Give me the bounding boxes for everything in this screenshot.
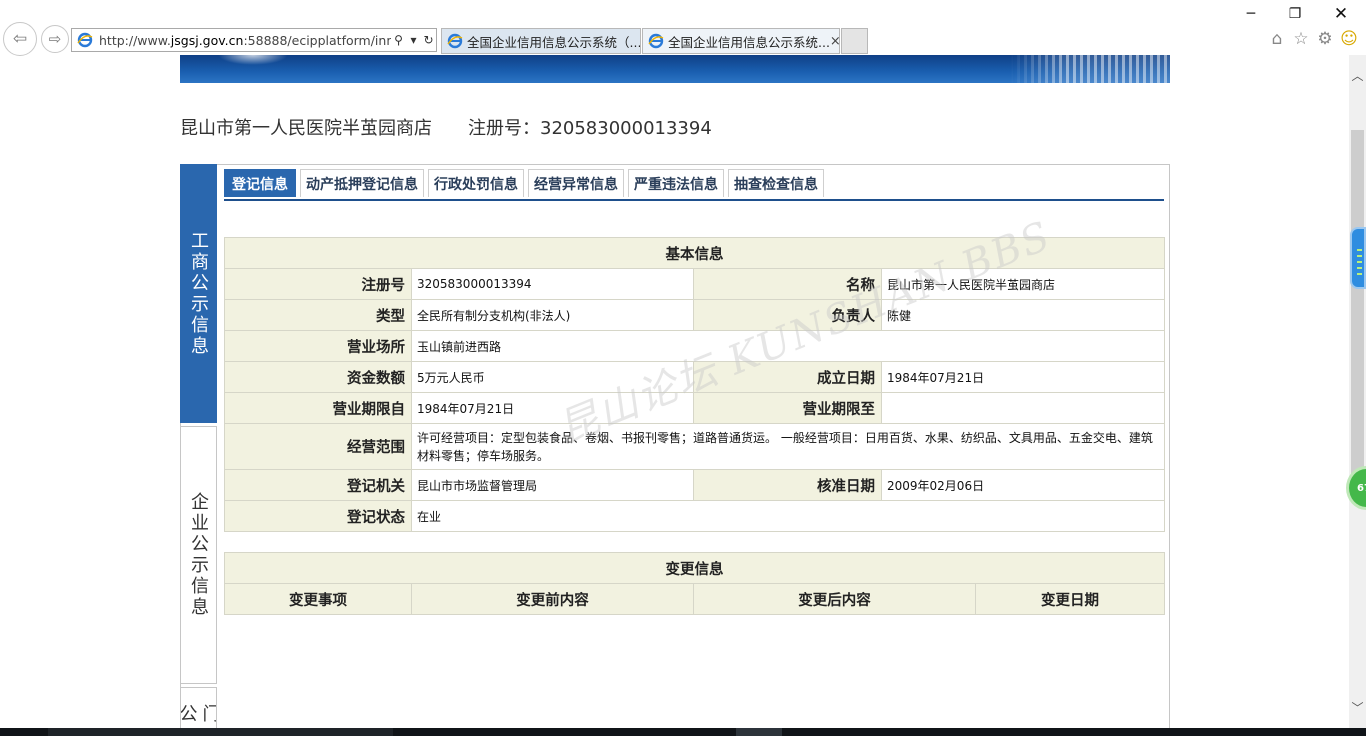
- home-icon[interactable]: ⌂: [1266, 28, 1288, 50]
- tab-dengji[interactable]: 登记信息: [224, 169, 296, 197]
- field-label: 营业期限至: [693, 392, 882, 424]
- close-tab-icon[interactable]: ×: [830, 34, 839, 49]
- field-value: 玉山镇前进西路: [411, 330, 1165, 362]
- field-label: 名称: [693, 268, 882, 300]
- field-value: 陈健: [881, 299, 1165, 331]
- city-skyline-image: [1010, 55, 1170, 83]
- tab-xingzheng[interactable]: 行政处罚信息: [428, 169, 524, 197]
- field-value: 许可经营项目：定型包装食品、卷烟、书报刊零售；道路普通货运。 一般经营项目：日用…: [411, 423, 1165, 470]
- tab-title: 全国企业信用信息公示系统（...: [467, 34, 641, 50]
- info-tabs: 登记信息 动产抵押登记信息 行政处罚信息 经营异常信息 严重违法信息 抽查检查信…: [224, 169, 824, 200]
- address-bar[interactable]: http://www.jsgsj.gov.cn:58888/ecipplatfo…: [71, 28, 437, 52]
- scroll-up-icon[interactable]: ︿: [1349, 67, 1366, 84]
- side-tab-gongshang[interactable]: 工商公示信息: [180, 164, 217, 423]
- field-label: 营业场所: [224, 330, 412, 362]
- refresh-icon[interactable]: ↻: [421, 33, 436, 47]
- dropdown-icon[interactable]: ▾: [406, 33, 421, 47]
- field-label: 经营范围: [224, 423, 412, 470]
- field-value: 1984年07月21日: [881, 361, 1165, 393]
- smiley-icon[interactable]: ☺: [1338, 28, 1360, 50]
- scroll-thumb[interactable]: [1351, 130, 1364, 480]
- table-row: 资金数额 5万元人民币 成立日期 1984年07月21日: [224, 361, 1165, 393]
- browser-tab-1[interactable]: 全国企业信用信息公示系统（...: [441, 28, 641, 54]
- side-tab-label: 工商公示信息: [188, 230, 209, 357]
- reg-label: 注册号：: [468, 118, 540, 139]
- field-label: 登记状态: [224, 500, 412, 532]
- field-label: 核准日期: [693, 469, 882, 501]
- field-value: [881, 392, 1165, 424]
- ie-icon: [77, 32, 93, 48]
- field-value: 1984年07月21日: [411, 392, 694, 424]
- tab-jingying-yichang[interactable]: 经营异常信息: [528, 169, 624, 197]
- table-header-row: 变更事项 变更前内容 变更后内容 变更日期: [224, 583, 1165, 615]
- table-row: 营业场所 玉山镇前进西路: [224, 330, 1165, 362]
- tabs-underline: [224, 199, 1164, 201]
- ie-icon: [648, 33, 664, 49]
- scroll-down-icon[interactable]: ﹀: [1349, 699, 1366, 716]
- taskbar: [0, 728, 1366, 736]
- field-label: 登记机关: [224, 469, 412, 501]
- table-row: 注册号 320583000013394 名称 昆山市第一人民医院半茧园商店: [224, 268, 1165, 300]
- tab-yanzhong-weifa[interactable]: 严重违法信息: [628, 169, 724, 197]
- field-label: 类型: [224, 299, 412, 331]
- side-tab-qiye[interactable]: 企业公示信息: [180, 426, 217, 684]
- minimize-icon[interactable]: ─: [1240, 4, 1262, 24]
- field-label: 负责人: [693, 299, 882, 331]
- table-row: 登记状态 在业: [224, 500, 1165, 532]
- company-heading: 昆山市第一人民医院半茧园商店 注册号：320583000013394: [180, 114, 712, 140]
- table-row: 经营范围 许可经营项目：定型包装食品、卷烟、书报刊零售；道路普通货运。 一般经营…: [224, 423, 1165, 470]
- back-icon[interactable]: ⇦: [3, 22, 37, 56]
- search-icon[interactable]: ⚲: [391, 33, 406, 47]
- forward-icon[interactable]: ⇨: [41, 25, 69, 53]
- tab-title: 全国企业信用信息公示系统...: [668, 34, 830, 50]
- column-header: 变更后内容: [693, 583, 976, 615]
- table-row: 营业期限自 1984年07月21日 营业期限至: [224, 392, 1165, 424]
- close-icon[interactable]: ✕: [1330, 4, 1352, 24]
- field-label: 成立日期: [693, 361, 882, 393]
- page-banner: [180, 55, 1170, 83]
- field-value: 2009年02月06日: [881, 469, 1165, 501]
- field-value: 5万元人民币: [411, 361, 694, 393]
- table-title: 基本信息: [224, 237, 1165, 269]
- url-text[interactable]: http://www.jsgsj.gov.cn:58888/ecipplatfo…: [99, 33, 391, 48]
- company-name: 昆山市第一人民医院半茧园商店: [180, 118, 432, 139]
- field-value: 全民所有制分支机构(非法人): [411, 299, 694, 331]
- tab-chouzha[interactable]: 抽查检查信息: [728, 169, 824, 197]
- field-label: 注册号: [224, 268, 412, 300]
- field-label: 营业期限自: [224, 392, 412, 424]
- field-value: 昆山市市场监督管理局: [411, 469, 694, 501]
- change-info-table: 变更信息 变更事项 变更前内容 变更后内容 变更日期: [224, 552, 1165, 615]
- vertical-scrollbar[interactable]: ︿ ﹀: [1349, 55, 1366, 728]
- field-label: 资金数额: [224, 361, 412, 393]
- column-header: 变更日期: [975, 583, 1165, 615]
- column-header: 变更事项: [224, 583, 412, 615]
- star-icon[interactable]: ☆: [1290, 28, 1312, 50]
- field-value: 昆山市第一人民医院半茧园商店: [881, 268, 1165, 300]
- table-row: 类型 全民所有制分支机构(非法人) 负责人 陈健: [224, 299, 1165, 331]
- field-value: 320583000013394: [411, 268, 694, 300]
- speed-test-widget[interactable]: [1350, 227, 1366, 289]
- reg-number: 320583000013394: [540, 118, 712, 139]
- browser-chrome: ⇦ ⇨ http://www.jsgsj.gov.cn:58888/ecippl…: [0, 0, 1366, 56]
- tab-dongchan[interactable]: 动产抵押登记信息: [300, 169, 424, 197]
- gear-icon[interactable]: ⚙: [1314, 28, 1336, 50]
- table-row: 登记机关 昆山市市场监督管理局 核准日期 2009年02月06日: [224, 469, 1165, 501]
- table-title: 变更信息: [224, 552, 1165, 584]
- basic-info-table: 基本信息 注册号 320583000013394 名称 昆山市第一人民医院半茧园…: [224, 237, 1165, 532]
- ie-icon: [447, 33, 463, 49]
- side-tab-label: 企业公示信息: [188, 492, 209, 618]
- column-header: 变更前内容: [411, 583, 694, 615]
- restore-icon[interactable]: ❐: [1284, 4, 1306, 24]
- new-tab-button[interactable]: [841, 28, 868, 54]
- browser-tab-2[interactable]: 全国企业信用信息公示系统... ×: [642, 28, 840, 54]
- field-value: 在业: [411, 500, 1165, 532]
